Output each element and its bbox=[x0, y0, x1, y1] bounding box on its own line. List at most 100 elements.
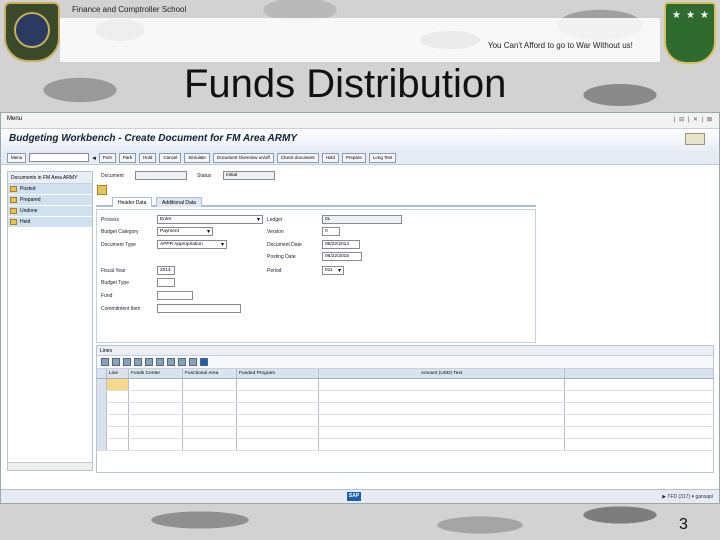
unit-insignia-logo: ★ ★ ★ bbox=[664, 2, 716, 64]
sap-window: Menu | ⊟ | ✕ | ⊠ Budgeting Workbench - C… bbox=[0, 112, 720, 504]
table-row[interactable] bbox=[97, 427, 713, 439]
table-row[interactable] bbox=[97, 439, 713, 451]
fiscal-year-field[interactable]: 2014 bbox=[157, 266, 175, 275]
export-icon[interactable] bbox=[145, 358, 153, 366]
prepare-button[interactable]: Prepare bbox=[341, 152, 366, 163]
lines-table: Lines Line Funds Center Functional Area … bbox=[96, 345, 714, 473]
filter-icon[interactable] bbox=[123, 358, 131, 366]
document-field bbox=[135, 171, 187, 180]
budget-category-label: Budget Category bbox=[101, 229, 139, 235]
budget-category-dropdown[interactable]: Payment bbox=[157, 227, 213, 236]
delete-row-icon[interactable] bbox=[178, 358, 186, 366]
folder-icon bbox=[10, 208, 17, 214]
command-field[interactable] bbox=[29, 153, 90, 162]
document-overview-button[interactable]: Document Overview on/off bbox=[212, 152, 274, 163]
sap-logo: SAP bbox=[347, 492, 361, 501]
table-row[interactable] bbox=[97, 379, 713, 391]
col-funded-program[interactable]: Funded Program bbox=[237, 369, 319, 378]
period-dropdown[interactable]: 011 bbox=[322, 266, 344, 275]
commitment-item-field[interactable] bbox=[157, 304, 241, 313]
lines-header-row: Line Funds Center Functional Area Funded… bbox=[97, 369, 713, 379]
transaction-title-bar: Budgeting Workbench - Create Document fo… bbox=[1, 129, 719, 151]
document-date-field[interactable]: 06/22/2014 bbox=[322, 240, 360, 249]
school-motto: You Can't Afford to go to War Without us… bbox=[488, 41, 633, 50]
insert-row-icon[interactable] bbox=[167, 358, 175, 366]
table-row[interactable] bbox=[97, 403, 713, 415]
menu-button[interactable]: Menu bbox=[7, 152, 27, 163]
transaction-title: Budgeting Workbench - Create Document fo… bbox=[9, 133, 297, 144]
version-label: Version bbox=[267, 229, 284, 235]
budget-type-label: Budget Type bbox=[101, 280, 129, 286]
fund-field[interactable] bbox=[157, 291, 193, 300]
tab-additional-data[interactable]: Additional Data bbox=[156, 197, 202, 207]
commitment-item-label: Commitment Item bbox=[101, 306, 141, 312]
tree-header: Documents in FM Area ARMY bbox=[8, 172, 92, 184]
check-document-button[interactable]: Check document bbox=[276, 152, 319, 163]
col-amount-text[interactable]: Amount (USD) Text bbox=[319, 369, 565, 378]
tab-header-data[interactable]: Header Data bbox=[112, 197, 153, 207]
hold-document-button[interactable]: Hold bbox=[321, 152, 339, 163]
enter-arrow-icon[interactable]: ◂ bbox=[92, 154, 96, 162]
school-name: Finance and Comptroller School bbox=[72, 5, 187, 14]
ledger-label: Ledger bbox=[267, 217, 283, 223]
sap-menubar: Menu | ⊟ | ✕ | ⊠ bbox=[1, 113, 719, 129]
sum-icon[interactable] bbox=[134, 358, 142, 366]
version-field[interactable]: 0 bbox=[322, 227, 340, 236]
ledger-field: 0L bbox=[322, 215, 402, 224]
lines-title: Lines bbox=[97, 346, 713, 356]
table-row[interactable] bbox=[97, 415, 713, 427]
period-label: Period bbox=[267, 268, 282, 274]
system-info[interactable]: ▶ TFD (317) ▾ gansapl bbox=[662, 494, 713, 500]
col-funds-center[interactable]: Funds Center bbox=[129, 369, 183, 378]
copy-row-icon[interactable] bbox=[189, 358, 197, 366]
process-dropdown[interactable]: Enter bbox=[157, 215, 263, 224]
document-type-dropdown[interactable]: APPR Appropriation bbox=[157, 240, 227, 249]
status-label: Status bbox=[197, 173, 212, 179]
window-controls[interactable]: | ⊟ | ✕ | ⊠ bbox=[674, 116, 713, 123]
menu-label[interactable]: Menu bbox=[7, 116, 22, 122]
select-all-cell[interactable] bbox=[97, 369, 107, 378]
tree-item-held[interactable]: Held bbox=[8, 217, 92, 228]
document-type-label: Document Type bbox=[101, 242, 136, 248]
col-functional-area[interactable]: Functional Area bbox=[183, 369, 237, 378]
folder-icon bbox=[10, 219, 17, 225]
document-date-label: Document Date bbox=[267, 242, 302, 248]
slide-title: Funds Distribution bbox=[184, 62, 507, 106]
cancel-button[interactable]: Cancel bbox=[159, 152, 182, 163]
folder-icon bbox=[10, 197, 17, 203]
posting-date-field[interactable]: 06/22/2015 bbox=[322, 252, 362, 261]
fund-label: Fund bbox=[101, 293, 113, 299]
hold-button[interactable]: Hold bbox=[139, 152, 157, 163]
long-text-button[interactable]: Long Text bbox=[368, 152, 397, 163]
layout-icon[interactable] bbox=[156, 358, 164, 366]
application-toolbar: Menu ◂ Post Park Hold Cancel Simulate Do… bbox=[1, 151, 719, 165]
sap-emblem-icon bbox=[685, 133, 705, 145]
header-band bbox=[60, 18, 660, 62]
fiscal-year-label: Fiscal Year bbox=[101, 268, 126, 274]
info-icon[interactable] bbox=[200, 358, 208, 366]
document-label: Document bbox=[101, 173, 124, 179]
folder-icon bbox=[10, 186, 17, 192]
tree-item-prepared[interactable]: Prepared bbox=[8, 195, 92, 206]
school-crest-logo bbox=[4, 2, 60, 62]
sort-desc-icon[interactable] bbox=[112, 358, 120, 366]
budget-type-field[interactable] bbox=[157, 278, 175, 287]
expand-icon[interactable] bbox=[97, 185, 107, 195]
tree-scrollbar[interactable] bbox=[8, 462, 92, 470]
slide-number: 3 bbox=[679, 516, 688, 533]
status-bar: SAP ▶ TFD (317) ▾ gansapl bbox=[1, 489, 719, 503]
status-field: Initial bbox=[223, 171, 275, 180]
table-row[interactable] bbox=[97, 391, 713, 403]
document-tree: Documents in FM Area ARMY Posted Prepare… bbox=[7, 171, 93, 471]
sort-icon[interactable] bbox=[101, 358, 109, 366]
process-label: Process bbox=[101, 217, 120, 223]
park-button[interactable]: Park bbox=[118, 152, 137, 163]
posting-date-label: Posting Date bbox=[267, 254, 296, 260]
tree-item-undone[interactable]: Undone bbox=[8, 206, 92, 217]
lines-toolbar bbox=[97, 356, 713, 369]
post-button[interactable]: Post bbox=[98, 152, 116, 163]
simulate-button[interactable]: Simulate bbox=[184, 152, 210, 163]
tab-strip: Header Data Additional Data bbox=[96, 197, 536, 207]
col-line[interactable]: Line bbox=[107, 369, 129, 378]
tree-item-posted[interactable]: Posted bbox=[8, 184, 92, 195]
